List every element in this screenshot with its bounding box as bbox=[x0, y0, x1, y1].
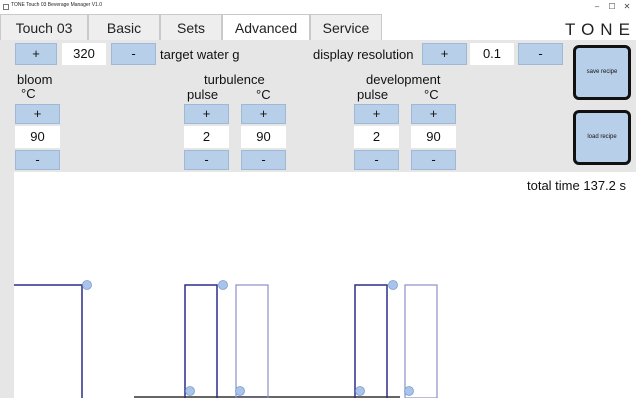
resolution-value: 0.1 bbox=[470, 43, 514, 65]
development-pulse-plus-button[interactable]: + bbox=[354, 104, 399, 124]
turbulence-temp-minus-button[interactable]: - bbox=[241, 150, 286, 170]
turbulence-temp-value: 90 bbox=[241, 126, 286, 148]
turbulence-temp-plus-button[interactable]: + bbox=[241, 104, 286, 124]
turbulence-pulse-2 bbox=[235, 284, 269, 398]
turbulence-pulse-minus-button[interactable]: - bbox=[184, 150, 229, 170]
water-minus-button[interactable]: - bbox=[111, 43, 156, 65]
maximize-icon[interactable]: ☐ bbox=[605, 1, 619, 13]
load-recipe-button[interactable]: load recipe bbox=[573, 110, 631, 165]
minimize-icon[interactable]: – bbox=[590, 1, 604, 13]
bloom-temp-value: 90 bbox=[15, 126, 60, 148]
resolution-plus-button[interactable]: + bbox=[422, 43, 467, 65]
turbulence-pulse-plus-button[interactable]: + bbox=[184, 104, 229, 124]
tab-basic[interactable]: Basic bbox=[88, 14, 160, 40]
bloom-unit-label: °C bbox=[21, 86, 36, 101]
development-temp-label: °C bbox=[424, 87, 439, 102]
resolution-minus-button[interactable]: - bbox=[518, 43, 563, 65]
turbulence-pulse-label: pulse bbox=[187, 87, 219, 102]
settings-panel: + 320 - target water g display resolutio… bbox=[0, 40, 636, 172]
save-recipe-button[interactable]: save recipe bbox=[573, 45, 631, 100]
tab-advanced[interactable]: Advanced bbox=[222, 14, 310, 40]
water-value: 320 bbox=[62, 43, 106, 65]
water-label: target water g bbox=[160, 47, 240, 62]
bloom-plus-button[interactable]: + bbox=[15, 104, 60, 124]
development-temp-minus-button[interactable]: - bbox=[411, 150, 456, 170]
turbulence-title: turbulence bbox=[204, 72, 265, 87]
development-pulse-minus-button[interactable]: - bbox=[354, 150, 399, 170]
bloom-pulse-handle[interactable] bbox=[82, 280, 92, 290]
development-pulse-2-start-handle[interactable] bbox=[404, 386, 414, 396]
development-pulse-value: 2 bbox=[354, 126, 399, 148]
development-pulse-1-handle[interactable] bbox=[388, 280, 398, 290]
development-pulse-1 bbox=[354, 284, 388, 398]
resolution-label: display resolution bbox=[313, 47, 414, 62]
development-pulse-label: pulse bbox=[357, 87, 389, 102]
brand-logo: TONE bbox=[565, 20, 636, 39]
title-bar: TONE Touch 03 Beverage Manager V1.0 – ☐ … bbox=[0, 0, 636, 14]
turbulence-pulse-1-start-handle[interactable] bbox=[185, 386, 195, 396]
development-title: development bbox=[366, 72, 441, 87]
app-icon bbox=[3, 4, 9, 10]
development-temp-plus-button[interactable]: + bbox=[411, 104, 456, 124]
turbulence-pulse-1 bbox=[184, 284, 218, 398]
window-title: TONE Touch 03 Beverage Manager V1.0 bbox=[11, 2, 102, 8]
turbulence-pulse-1-handle[interactable] bbox=[218, 280, 228, 290]
water-plus-button[interactable]: + bbox=[15, 43, 57, 65]
pulse-profile-graph bbox=[14, 280, 438, 398]
close-icon[interactable]: ✕ bbox=[620, 1, 634, 13]
turbulence-pulse-value: 2 bbox=[184, 126, 229, 148]
tab-bar: Touch 03 Basic Sets Advanced Service bbox=[0, 14, 636, 40]
turbulence-pulse-2-start-handle[interactable] bbox=[235, 386, 245, 396]
bloom-pulse-line bbox=[14, 284, 83, 398]
tab-service[interactable]: Service bbox=[310, 14, 382, 40]
development-temp-value: 90 bbox=[411, 126, 456, 148]
bloom-title: bloom bbox=[17, 72, 53, 87]
tab-sets[interactable]: Sets bbox=[160, 14, 222, 40]
tab-touch-03[interactable]: Touch 03 bbox=[0, 14, 88, 40]
development-pulse-2 bbox=[404, 284, 438, 398]
development-pulse-1-start-handle[interactable] bbox=[355, 386, 365, 396]
turbulence-temp-label: °C bbox=[256, 87, 271, 102]
bloom-minus-button[interactable]: - bbox=[15, 150, 60, 170]
